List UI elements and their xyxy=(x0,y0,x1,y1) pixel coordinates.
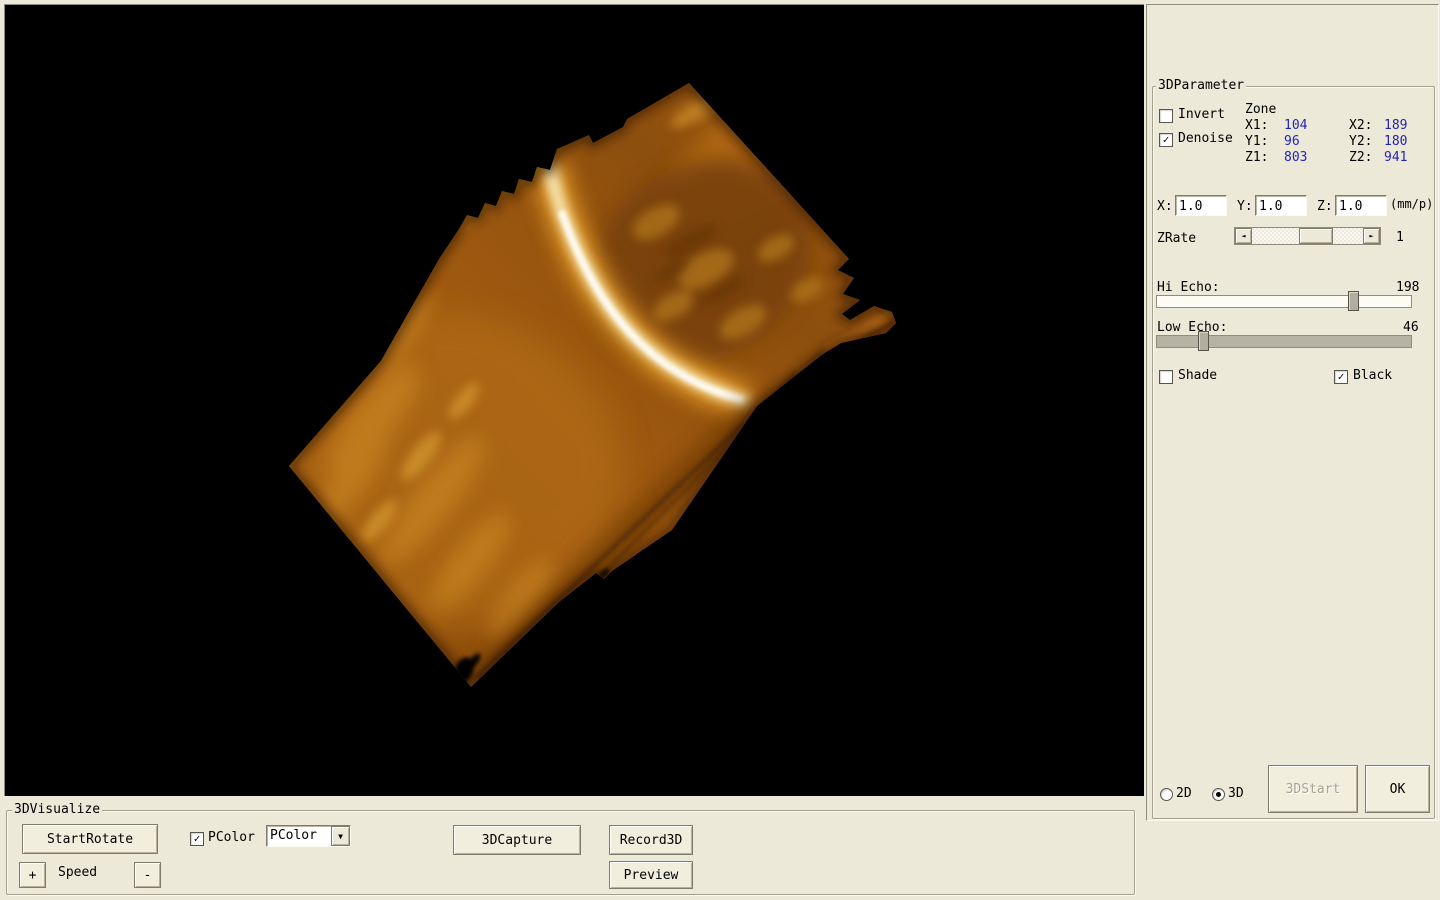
scale-x-label: X: xyxy=(1157,199,1173,214)
hi-echo-label: Hi Echo: xyxy=(1157,280,1220,295)
pcolor-label: PColor xyxy=(208,830,255,845)
zone-y1-label: Y1: xyxy=(1245,134,1268,149)
zrate-right-arrow-icon[interactable]: ► xyxy=(1363,228,1380,244)
zone-y1-value: 96 xyxy=(1284,134,1300,149)
render-viewport[interactable] xyxy=(4,4,1144,796)
checkmark-icon: ✓ xyxy=(1338,372,1345,382)
zrate-value: 1 xyxy=(1396,230,1404,245)
scale-z-input[interactable] xyxy=(1335,195,1387,216)
low-echo-slider[interactable] xyxy=(1156,335,1412,348)
denoise-label: Denoise xyxy=(1178,131,1233,146)
checkmark-icon: ✓ xyxy=(194,834,201,844)
groupbox-3dparameter: 3DParameter ✓ Invert ✓ Denoise Zone X1: … xyxy=(1152,86,1435,819)
zone-z1-value: 803 xyxy=(1284,150,1307,165)
invert-checkbox[interactable]: ✓ xyxy=(1159,109,1173,123)
zone-title: Zone xyxy=(1245,102,1276,117)
app-window: 3DParameter ✓ Invert ✓ Denoise Zone X1: … xyxy=(0,0,1440,900)
scale-y-input[interactable] xyxy=(1255,195,1307,216)
shade-checkbox[interactable]: ✓ xyxy=(1159,370,1173,384)
zone-z1-label: Z1: xyxy=(1245,150,1268,165)
black-label: Black xyxy=(1353,368,1392,383)
hi-echo-thumb[interactable] xyxy=(1348,291,1359,311)
3dstart-button[interactable]: 3DStart xyxy=(1268,765,1358,813)
zrate-label: ZRate xyxy=(1157,231,1196,246)
checkmark-icon: ✓ xyxy=(1163,135,1170,145)
zrate-track[interactable] xyxy=(1252,228,1363,244)
zrate-left-arrow-icon[interactable]: ◄ xyxy=(1235,228,1252,244)
zone-x1-value: 104 xyxy=(1284,118,1307,133)
zrate-scrollbar[interactable]: ◄ ► xyxy=(1234,227,1381,245)
hi-echo-slider[interactable] xyxy=(1156,295,1412,308)
mode-3d-label: 3D xyxy=(1228,786,1244,801)
dropdown-arrow-icon[interactable]: ▼ xyxy=(331,826,350,846)
zone-z2-label: Z2: xyxy=(1349,150,1372,165)
scale-y-label: Y: xyxy=(1237,199,1253,214)
zone-x2-value: 189 xyxy=(1384,118,1407,133)
zone-y2-label: Y2: xyxy=(1349,134,1372,149)
groupbox-3dvisualize-title: 3DVisualize xyxy=(12,802,102,817)
mode-2d-label: 2D xyxy=(1176,786,1192,801)
pcolor-combobox[interactable]: PColor ▼ xyxy=(266,825,351,847)
preview-button[interactable]: Preview xyxy=(609,861,693,889)
record3d-button[interactable]: Record3D xyxy=(609,825,693,855)
parameter-panel: 3DParameter ✓ Invert ✓ Denoise Zone X1: … xyxy=(1146,4,1439,821)
speed-minus-button[interactable]: - xyxy=(134,862,161,888)
groupbox-3dvisualize: 3DVisualize StartRotate ✓ PColor PColor … xyxy=(6,810,1135,895)
3dcapture-button[interactable]: 3DCapture xyxy=(453,825,581,855)
scale-z-label: Z: xyxy=(1317,199,1333,214)
zrate-thumb[interactable] xyxy=(1299,228,1333,244)
scale-unit-label: (mm/p) xyxy=(1390,197,1433,212)
pcolor-combobox-value: PColor xyxy=(267,826,331,846)
hi-echo-value: 198 xyxy=(1396,280,1419,295)
ok-button[interactable]: OK xyxy=(1365,765,1430,813)
scale-x-input[interactable] xyxy=(1175,195,1227,216)
speed-plus-button[interactable]: + xyxy=(19,862,46,888)
denoise-checkbox[interactable]: ✓ xyxy=(1159,133,1173,147)
black-checkbox[interactable]: ✓ xyxy=(1334,370,1348,384)
zone-x1-label: X1: xyxy=(1245,118,1268,133)
mode-3d-radio[interactable] xyxy=(1212,788,1225,801)
zone-z2-value: 941 xyxy=(1384,150,1407,165)
mode-2d-radio[interactable] xyxy=(1160,788,1173,801)
pcolor-checkbox[interactable]: ✓ xyxy=(190,832,204,846)
groupbox-3dparameter-title: 3DParameter xyxy=(1156,78,1246,93)
start-rotate-button[interactable]: StartRotate xyxy=(22,824,158,854)
zone-y2-value: 180 xyxy=(1384,134,1407,149)
shade-label: Shade xyxy=(1178,368,1217,383)
invert-label: Invert xyxy=(1178,107,1225,122)
low-echo-value: 46 xyxy=(1403,320,1419,335)
speed-label: Speed xyxy=(58,865,97,880)
zone-x2-label: X2: xyxy=(1349,118,1372,133)
low-echo-label: Low Echo: xyxy=(1157,320,1227,335)
ultrasound-render xyxy=(5,5,1144,796)
low-echo-thumb[interactable] xyxy=(1198,331,1209,351)
